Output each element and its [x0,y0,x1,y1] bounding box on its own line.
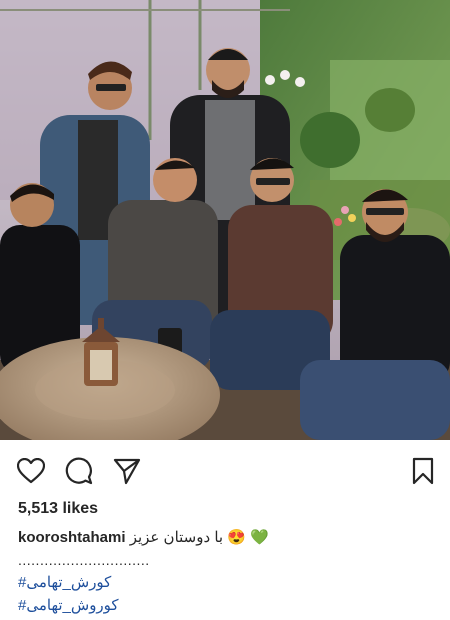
hashtag-link[interactable]: #کوروش_تهامی [18,596,119,614]
heart-eyes-emoji: 😍 [227,529,246,546]
share-button[interactable] [112,456,142,486]
like-button[interactable] [16,456,46,486]
group-photo-illustration [0,0,450,440]
caption-username[interactable]: kooroshtahami [18,529,126,546]
caption-text: با دوستان عزیز [129,529,224,546]
caption: kooroshtahami با دوستان عزیز 😍 💚 [18,528,269,546]
save-button[interactable] [408,456,438,486]
bookmark-icon [412,457,434,485]
caption-dots: .............................. [18,552,150,568]
post-photo[interactable] [0,0,450,440]
heart-outline-icon [17,458,45,484]
likes-count[interactable]: 5,513 likes [18,500,98,518]
green-heart-emoji: 💚 [250,529,269,546]
paper-plane-icon [113,458,141,485]
action-bar [0,452,450,488]
hashtag-link[interactable]: #کورش_تهامی [18,573,111,591]
comment-bubble-icon [65,457,93,485]
comment-button[interactable] [64,456,94,486]
